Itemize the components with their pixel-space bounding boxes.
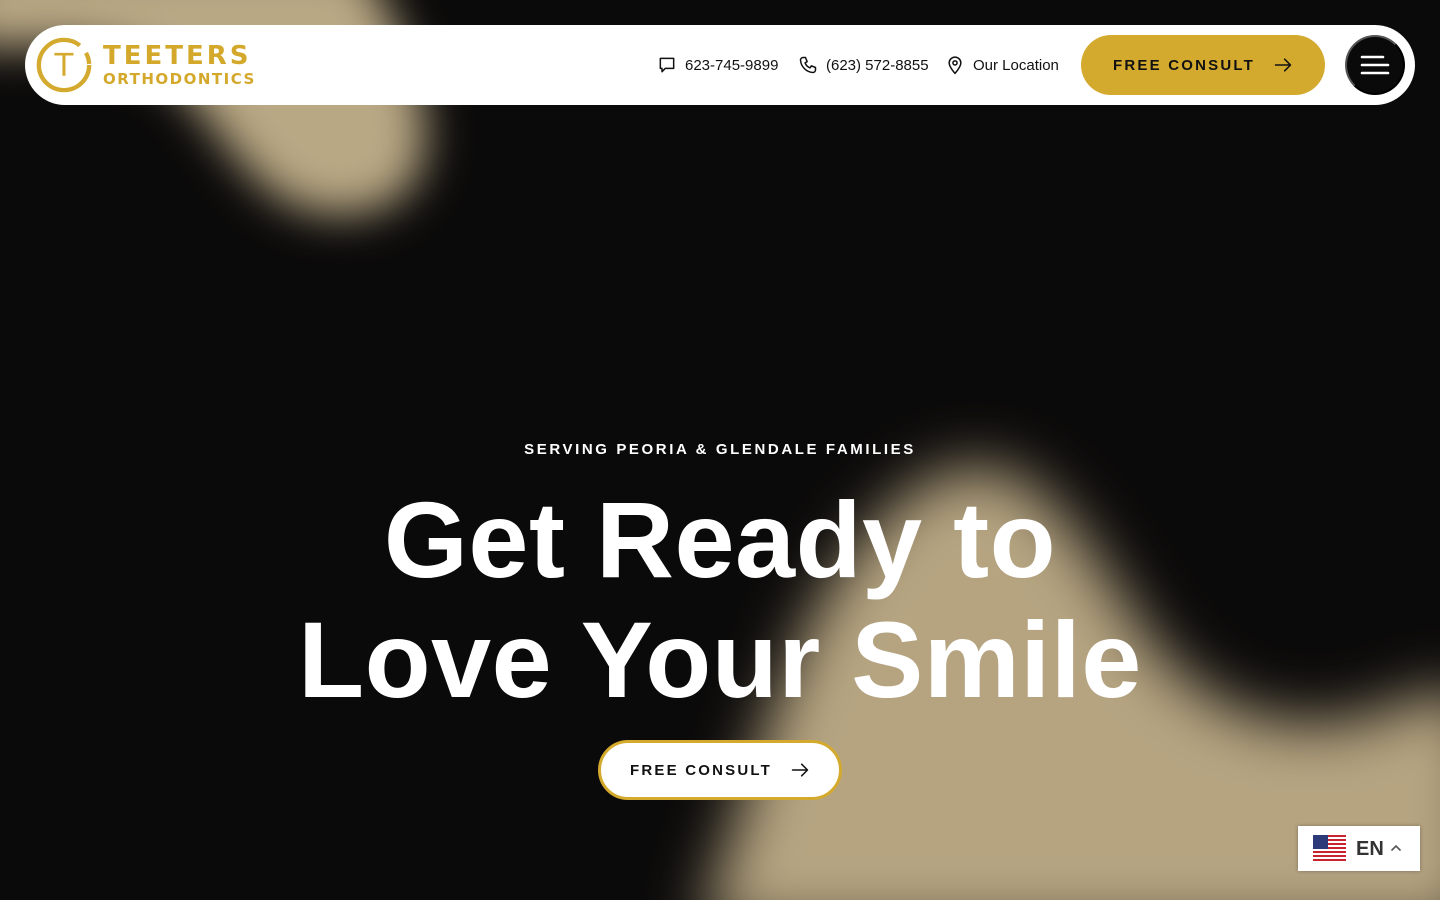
site-header: T TEETERS ORTHODONTICS 623-745-9899 (623…	[25, 25, 1415, 105]
chat-bubble-icon	[659, 57, 675, 73]
logo-mark-icon: T	[36, 37, 92, 93]
language-switcher[interactable]: EN	[1298, 826, 1420, 871]
headline-line-1: Get Ready to	[383, 479, 1057, 600]
text-us-link[interactable]: 623-745-9899	[657, 25, 778, 105]
hero-cta-label: FREE CONSULT	[630, 761, 772, 779]
hero-headline: Get Ready to Love Your Smile	[0, 480, 1440, 720]
sms-number: 623-745-9899	[685, 56, 779, 74]
arrow-right-icon	[791, 763, 809, 777]
brand-logo[interactable]: T TEETERS ORTHODONTICS	[35, 35, 275, 95]
location-label: Our Location	[973, 56, 1059, 74]
us-flag-icon	[1313, 835, 1346, 861]
header-free-consult-button[interactable]: FREE CONSULT	[1081, 35, 1325, 95]
svg-text:T: T	[54, 48, 74, 84]
language-code: EN	[1356, 838, 1384, 860]
map-pin-icon	[948, 56, 962, 75]
chevron-up-icon	[1391, 844, 1401, 851]
location-link[interactable]: Our Location	[945, 25, 1059, 105]
header-cta-label: FREE CONSULT	[1113, 56, 1255, 74]
hero-eyebrow: SERVING PEORIA & GLENDALE FAMILIES	[524, 441, 916, 458]
hero-free-consult-button[interactable]: FREE CONSULT	[598, 740, 842, 800]
brand-subtitle: ORTHODONTICS	[103, 70, 256, 88]
phone-icon	[799, 56, 817, 74]
arrow-right-icon	[1274, 58, 1292, 72]
call-us-link[interactable]: (623) 572-8855	[798, 25, 929, 105]
menu-button[interactable]	[1345, 35, 1405, 95]
hero-section: SERVING PEORIA & GLENDALE FAMILIES Get R…	[0, 0, 1440, 900]
brand-name: TEETERS	[103, 41, 252, 71]
hamburger-icon	[1360, 55, 1390, 75]
headline-line-2: Love Your Smile	[298, 599, 1142, 720]
phone-number: (623) 572-8855	[826, 56, 929, 74]
